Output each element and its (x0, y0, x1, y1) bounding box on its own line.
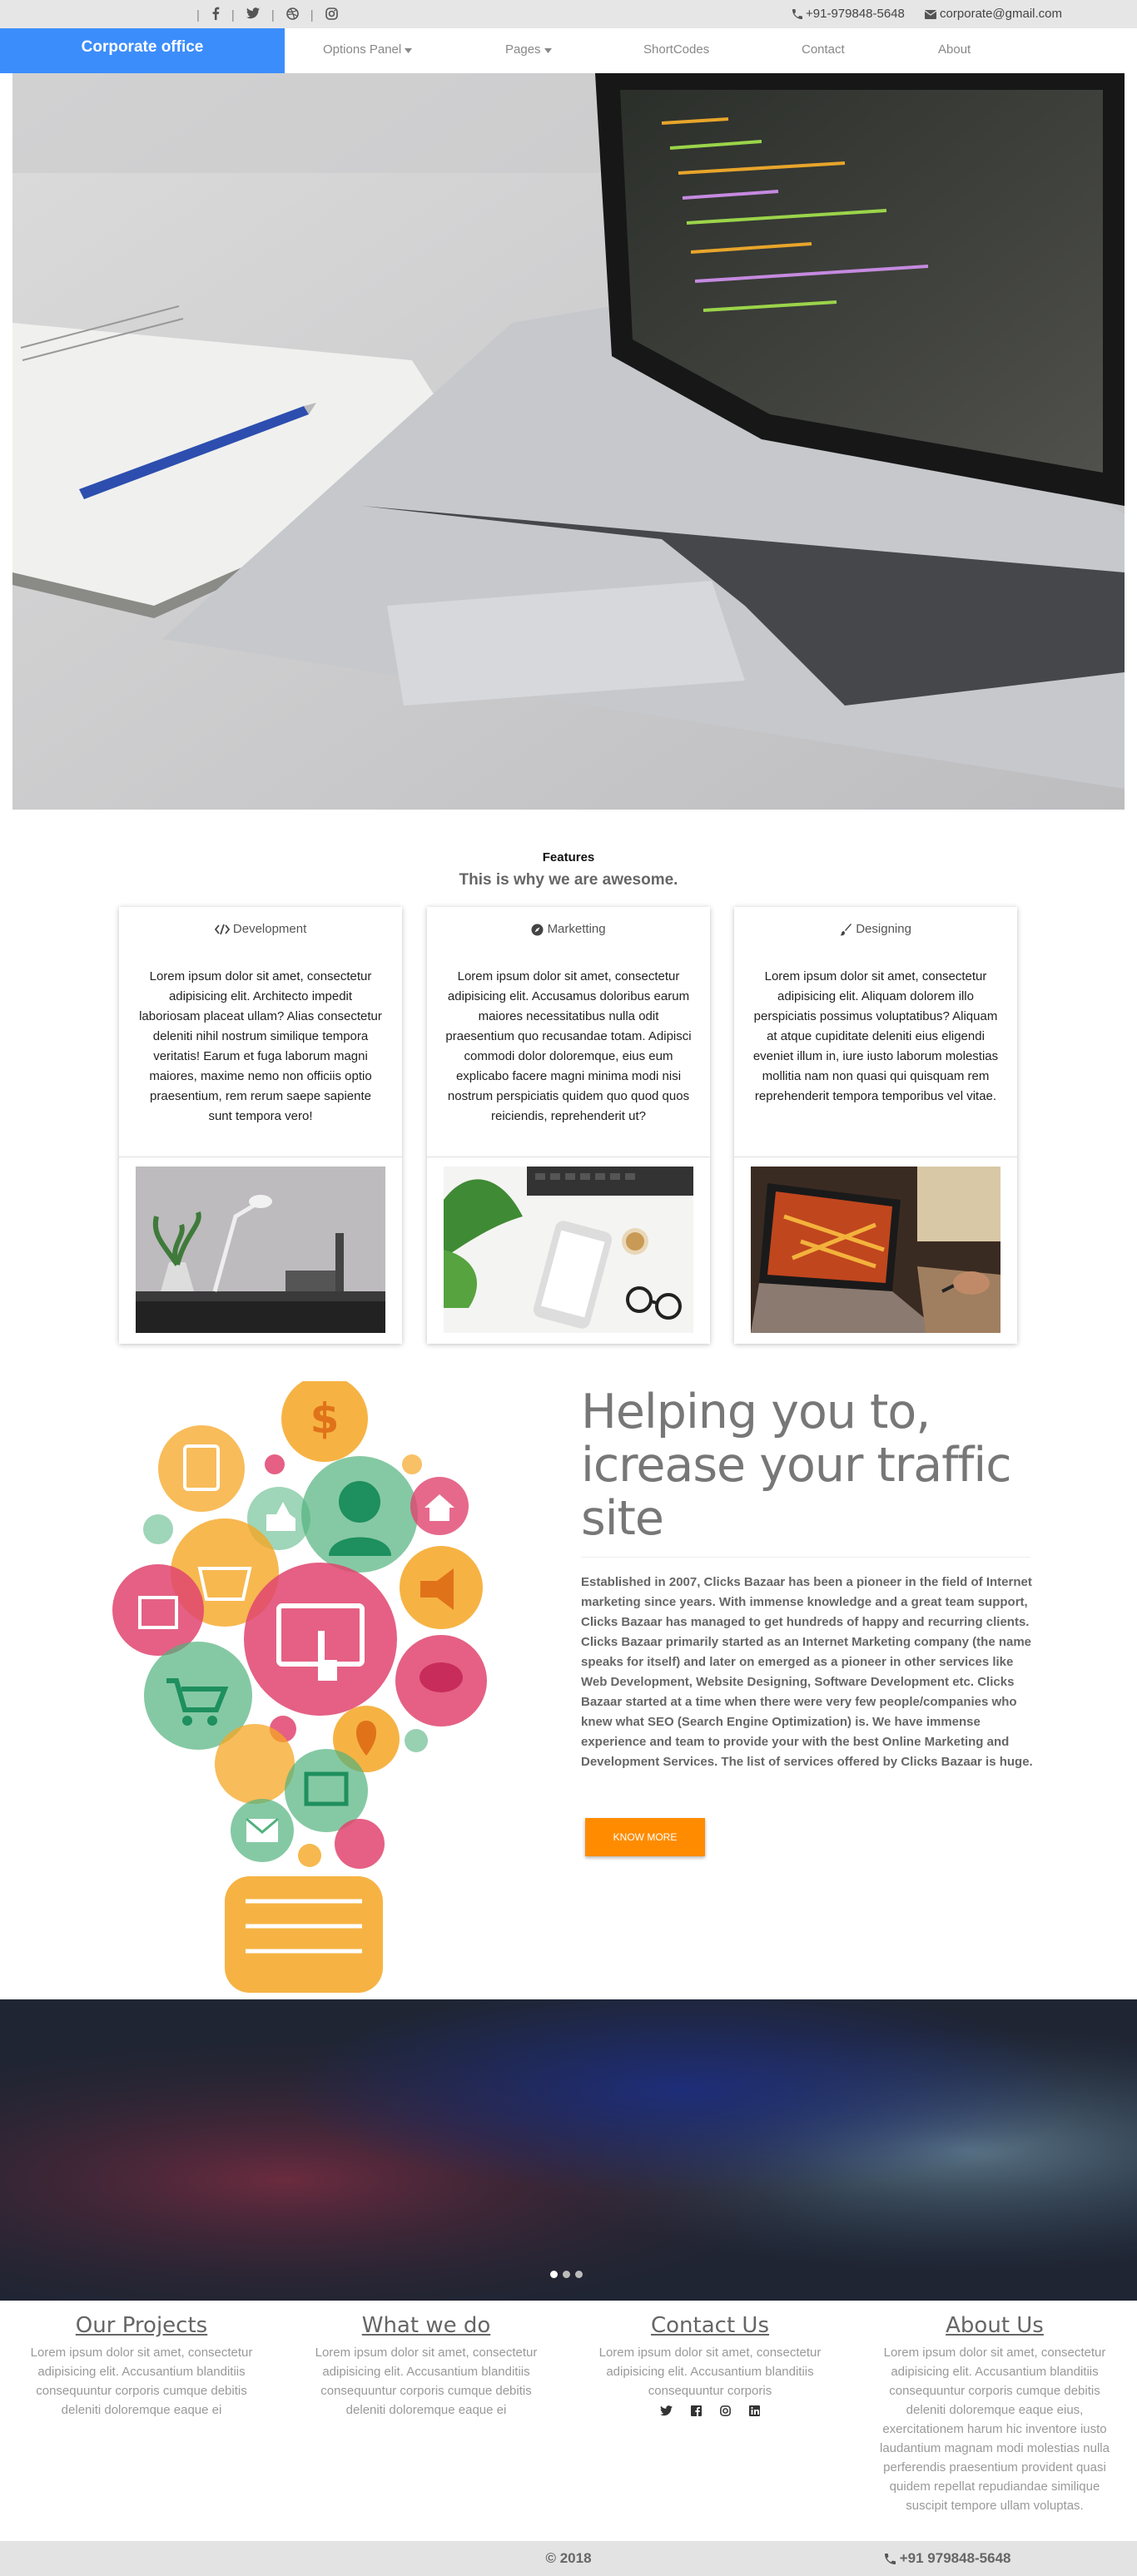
slider-dot[interactable] (563, 2271, 570, 2278)
footer-col-title[interactable]: What we do (301, 2313, 551, 2338)
smoke-slider-banner (0, 1999, 1137, 2301)
nav-item-options-panel[interactable]: Options Panel (323, 42, 413, 57)
feature-card-marketting: Marketting Lorem ipsum dolor sit amet, c… (427, 907, 710, 1344)
facebook-icon[interactable] (211, 7, 220, 23)
instagram-icon[interactable] (325, 7, 338, 23)
caret-down-icon (405, 48, 413, 53)
compass-icon (531, 924, 544, 936)
hero-image (12, 73, 1125, 810)
paintbrush-icon (840, 923, 852, 935)
card-title: Marketting (427, 922, 710, 936)
footer-col-about: About Us Lorem ipsum dolor sit amet, con… (870, 2313, 1120, 2515)
twitter-icon[interactable] (246, 7, 260, 22)
nav-item-contact[interactable]: Contact (802, 42, 845, 57)
features-subtitle: This is why we are awesome. (459, 871, 678, 889)
footer-phone-text: +91 979848-5648 (899, 2550, 1011, 2566)
office-desk-image (136, 1167, 385, 1333)
feature-card-designing: Designing Lorem ipsum dolor sit amet, co… (734, 907, 1017, 1344)
facebook-icon[interactable] (691, 2405, 702, 2420)
know-more-button[interactable]: KNOW MORE (585, 1818, 705, 1856)
footer-col-title[interactable]: About Us (870, 2313, 1120, 2338)
features-header: Features This is why we are awesome. (0, 850, 1137, 889)
social-links: | | | | (196, 7, 338, 23)
card-title: Development (119, 922, 402, 936)
card-title-label: Designing (856, 922, 911, 936)
about-heading: Helping you to, icrease your traffic sit… (581, 1385, 1012, 1546)
instagram-icon[interactable] (720, 2405, 731, 2420)
card-title-label: Marketting (547, 922, 606, 936)
footer-col-title[interactable]: Contact Us (585, 2313, 835, 2338)
linkedin-icon[interactable] (749, 2405, 760, 2420)
footer-col-text: Lorem ipsum dolor sit amet, consectetur … (30, 2346, 253, 2417)
email-text: corporate@gmail.com (940, 7, 1062, 21)
nav-item-pages[interactable]: Pages (505, 42, 552, 57)
caret-down-icon (544, 48, 552, 53)
nav-item-shortcodes[interactable]: ShortCodes (643, 42, 709, 57)
dribbble-icon[interactable] (285, 7, 299, 23)
footer-col-text: Lorem ipsum dolor sit amet, consectetur … (880, 2346, 1110, 2513)
main-navbar: Corporate office Options Panel Pages Sho… (0, 28, 1137, 73)
feature-card-development: Development Lorem ipsum dolor sit amet, … (119, 907, 402, 1344)
lightbulb-infographic: $ (100, 1375, 499, 1997)
card-text: Lorem ipsum dolor sit amet, consectetur … (445, 969, 692, 1123)
footer-col-text: Lorem ipsum dolor sit amet, consectetur … (598, 2346, 822, 2398)
about-section: Helping you to, icrease your traffic sit… (581, 1385, 1047, 1772)
nav-item-about[interactable]: About (938, 42, 971, 57)
contact-info: +91-979848-5648 corporate@gmail.com (792, 7, 1062, 21)
workspace-flatlay-image (444, 1167, 693, 1333)
phone-contact[interactable]: +91-979848-5648 (792, 7, 905, 21)
phone-icon (885, 2554, 896, 2565)
about-body: Established in 2007, Clicks Bazaar has b… (581, 1575, 1033, 1769)
phone-icon (792, 9, 802, 20)
footer-col-text: Lorem ipsum dolor sit amet, consectetur … (315, 2346, 538, 2417)
phone-text: +91-979848-5648 (806, 7, 905, 21)
features-title: Features (542, 850, 595, 864)
nav-item-label: Options Panel (323, 42, 402, 57)
footer-phone[interactable]: +91 979848-5648 (885, 2550, 1011, 2567)
twitter-icon[interactable] (660, 2405, 673, 2420)
about-divider (581, 1557, 1030, 1558)
nav-item-label: Pages (505, 42, 541, 57)
top-bar: | | | | +91-979848-5648 corporate@gmail.… (0, 0, 1137, 28)
svg-text:$: $ (310, 1395, 340, 1443)
email-contact[interactable]: corporate@gmail.com (924, 7, 1062, 21)
envelope-icon (924, 9, 936, 19)
slider-dot[interactable] (575, 2271, 583, 2278)
card-text: Lorem ipsum dolor sit amet, consectetur … (752, 969, 999, 1103)
bottom-footer: © 2018 +91 979848-5648 (0, 2541, 1137, 2576)
brand-logo[interactable]: Corporate office (0, 28, 285, 73)
footer-col-contact: Contact Us Lorem ipsum dolor sit amet, c… (585, 2313, 835, 2420)
slider-dots (550, 2271, 583, 2278)
card-text: Lorem ipsum dolor sit amet, consectetur … (139, 969, 382, 1123)
footer-social-icons (585, 2405, 835, 2420)
card-title: Designing (734, 922, 1017, 936)
footer-col-title[interactable]: Our Projects (17, 2313, 266, 2338)
laptop-designer-image (751, 1167, 1000, 1333)
footer-col-projects: Our Projects Lorem ipsum dolor sit amet,… (17, 2313, 266, 2420)
card-title-label: Development (232, 922, 307, 936)
slider-dot[interactable] (550, 2271, 558, 2278)
footer-col-what-we-do: What we do Lorem ipsum dolor sit amet, c… (301, 2313, 551, 2420)
code-icon (214, 924, 230, 935)
